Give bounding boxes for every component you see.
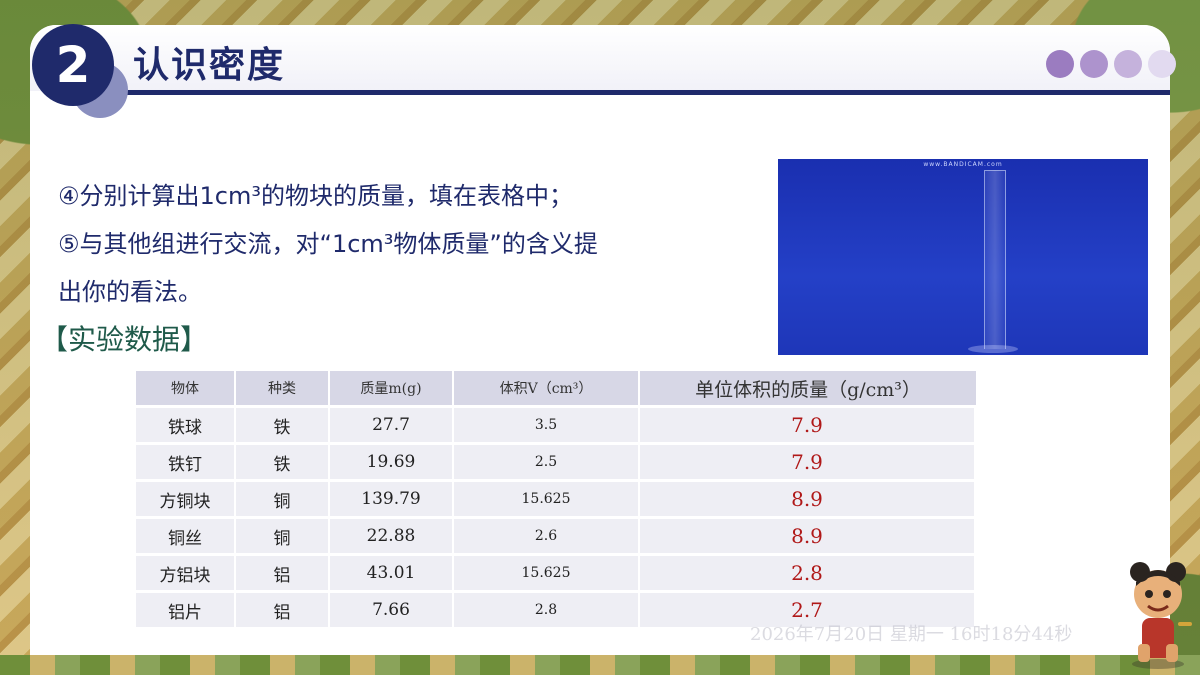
instruction-text: ④分别计算出1cm³的物块的质量，填在表格中； ⑤与其他组进行交流，对“1cm³… (58, 172, 738, 316)
cell-mass: 19.69 (330, 445, 454, 479)
header-volume: 体积V（cm³） (454, 371, 640, 405)
table-row: 方铜块 铜 139.79 15.625 8.9 (136, 482, 976, 516)
instruction-line-2: ⑤与其他组进行交流，对“1cm³物体质量”的含义提 (58, 230, 598, 258)
dot-3 (1114, 50, 1142, 78)
cell-density: 2.8 (640, 556, 976, 590)
cell-type: 铝 (236, 556, 330, 590)
dot-4 (1148, 50, 1176, 78)
cell-type: 铝 (236, 593, 330, 627)
cell-density: 8.9 (640, 482, 976, 516)
header-type: 种类 (236, 371, 330, 405)
cell-volume: 2.5 (454, 445, 640, 479)
header-unit-mass: 单位体积的质量（g/cm³） (640, 371, 976, 405)
cell-mass: 27.7 (330, 408, 454, 442)
table-row: 铁钉 铁 19.69 2.5 7.9 (136, 445, 976, 479)
decorative-dots (1046, 50, 1176, 78)
header-divider (100, 90, 1170, 95)
cell-volume: 2.8 (454, 593, 640, 627)
section-number-badge: 2 (32, 24, 114, 106)
timestamp-watermark: 2026年7月20日 星期一 16时18分44秒 (750, 624, 1073, 645)
experiment-data-label: 【实验数据】 (40, 323, 209, 356)
instruction-line-3: 出你的看法。 (58, 278, 202, 306)
cell-mass: 7.66 (330, 593, 454, 627)
cell-volume: 15.625 (454, 556, 640, 590)
table-row: 铁球 铁 27.7 3.5 7.9 (136, 408, 976, 442)
dot-2 (1080, 50, 1108, 78)
cell-type: 铁 (236, 408, 330, 442)
cell-object: 铝片 (136, 593, 236, 627)
page-title: 认识密度 (133, 45, 286, 86)
cell-volume: 2.6 (454, 519, 640, 553)
cell-volume: 15.625 (454, 482, 640, 516)
graduated-cylinder-image (984, 170, 1006, 349)
bottom-decoration (0, 655, 1200, 675)
cylinder-base-image (968, 345, 1018, 353)
cell-type: 铜 (236, 519, 330, 553)
mascot-icon (1130, 562, 1192, 669)
cell-object: 铁球 (136, 408, 236, 442)
table-row: 方铝块 铝 43.01 15.625 2.8 (136, 556, 976, 590)
table-row: 铜丝 铜 22.88 2.6 8.9 (136, 519, 976, 553)
cell-density: 7.9 (640, 445, 976, 479)
cell-object: 方铝块 (136, 556, 236, 590)
cell-mass: 139.79 (330, 482, 454, 516)
dot-1 (1046, 50, 1074, 78)
experiment-video[interactable]: www.BANDICAM.com (778, 159, 1148, 355)
cell-object: 铁钉 (136, 445, 236, 479)
header-mass: 质量m(g) (330, 371, 454, 405)
experiment-data-table: 物体 种类 质量m(g) 体积V（cm³） 单位体积的质量（g/cm³） 铁球 … (136, 368, 976, 630)
cell-mass: 22.88 (330, 519, 454, 553)
table-header-row: 物体 种类 质量m(g) 体积V（cm³） 单位体积的质量（g/cm³） (136, 371, 976, 405)
cell-object: 铜丝 (136, 519, 236, 553)
cell-object: 方铜块 (136, 482, 236, 516)
cell-density: 8.9 (640, 519, 976, 553)
header-object: 物体 (136, 371, 236, 405)
instruction-line-1: ④分别计算出1cm³的物块的质量，填在表格中； (58, 182, 573, 210)
cell-volume: 3.5 (454, 408, 640, 442)
cell-type: 铁 (236, 445, 330, 479)
cell-mass: 43.01 (330, 556, 454, 590)
video-watermark: www.BANDICAM.com (923, 161, 1003, 168)
cell-density: 7.9 (640, 408, 976, 442)
cell-type: 铜 (236, 482, 330, 516)
